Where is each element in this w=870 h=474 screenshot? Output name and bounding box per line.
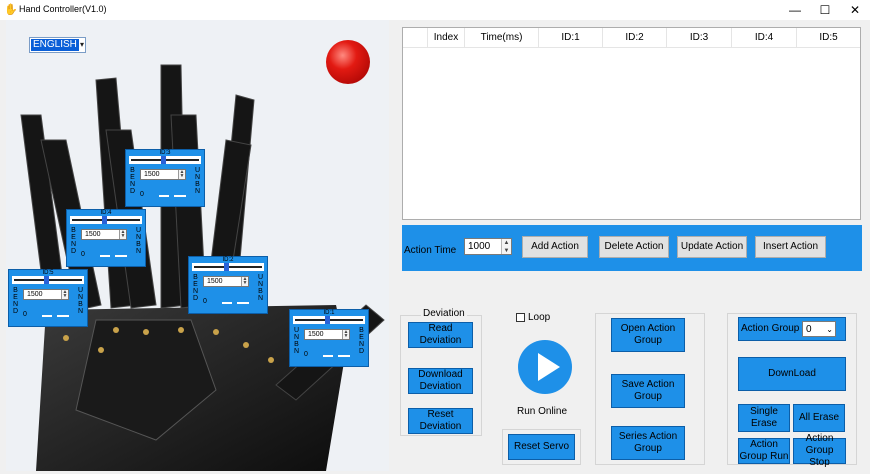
servo-min: 0 (203, 298, 207, 305)
all-erase-button[interactable]: All Erase (793, 404, 845, 432)
servo-slider[interactable] (70, 216, 142, 224)
servo-value-field[interactable]: 1500 ▲ ▼ (203, 276, 249, 287)
download-deviation-button[interactable]: Download Deviation (408, 368, 473, 394)
column-header[interactable]: ID:1 (539, 28, 603, 48)
action-group-stop-button[interactable]: Action Group Stop (793, 433, 846, 468)
slider-thumb[interactable] (224, 263, 229, 271)
column-header[interactable]: ID:3 (667, 28, 732, 48)
hand-icon: ✋ (4, 4, 18, 16)
single-erase-button[interactable]: Single Erase (738, 404, 790, 432)
spinner-icon[interactable]: ▲ ▼ (119, 230, 126, 239)
spinner-icon[interactable]: ▲ ▼ (241, 277, 248, 286)
slider-thumb[interactable] (44, 276, 49, 284)
bend-label: BEND (129, 167, 136, 195)
action-time-input[interactable]: 1000 ▲ ▼ (464, 238, 512, 255)
title-bar: ✋ Hand Controller(V1.0) — ☐ ✕ (0, 0, 870, 20)
close-icon[interactable]: ✕ (840, 0, 870, 20)
servo-panel-2: ID:2 BEND 1500 ▲ ▼ 0 UNBN (188, 256, 268, 314)
unbend-label: UNBN (194, 167, 201, 195)
run-online-button[interactable] (518, 340, 572, 394)
open-action-group-button[interactable]: Open Action Group (611, 318, 685, 352)
bend-label: BEND (12, 287, 19, 315)
action-group-label: Action Group (741, 323, 800, 334)
series-action-group-button[interactable]: Series Action Group (611, 426, 685, 460)
add-action-button[interactable]: Add Action (522, 236, 588, 258)
column-header[interactable]: ID:2 (603, 28, 667, 48)
minimize-icon[interactable]: — (780, 0, 810, 20)
chevron-down-icon: ⌄ (826, 325, 833, 334)
action-table[interactable]: Index Time(ms) ID:1 ID:2 ID:3 ID:4 ID:5 (402, 27, 861, 220)
download-button[interactable]: DownLoad (738, 357, 846, 391)
action-time-label: Action Time (404, 245, 457, 256)
column-header[interactable]: ID:5 (797, 28, 860, 48)
chevron-down-icon: ▾ (79, 40, 84, 49)
bend-label: BEND (70, 227, 77, 255)
run-online-label: Run Online (517, 406, 568, 417)
servo-panel-3: ID:3 BEND 1500 ▲ ▼ 0 UNBN (125, 149, 205, 207)
action-group-run-button[interactable]: Action Group Run (738, 438, 790, 464)
delete-action-button[interactable]: Delete Action (599, 236, 669, 258)
slider-thumb[interactable] (325, 316, 330, 324)
spinner-icon[interactable]: ▲ ▼ (342, 330, 349, 339)
maximize-icon[interactable]: ☐ (810, 0, 840, 20)
bend-label: BEND (358, 327, 365, 355)
deviation-caption: Deviation (421, 308, 467, 319)
window-title: Hand Controller(V1.0) (19, 4, 107, 14)
servo-slider[interactable] (293, 316, 365, 324)
loop-label: Loop (528, 312, 551, 323)
servo-value-field[interactable]: 1500 ▲ ▼ (23, 289, 69, 300)
read-deviation-button[interactable]: Read Deviation (408, 322, 473, 348)
status-light (326, 40, 370, 84)
servo-min: 0 (140, 191, 144, 198)
unbend-label: UNBN (293, 327, 300, 355)
servo-panel-1: ID:1 UNBN 1500 ▲ ▼ 0 BEND (289, 309, 369, 367)
unbend-label: UNBN (77, 287, 84, 315)
servo-min: 0 (81, 251, 85, 258)
robot-hand-image (20, 64, 385, 471)
column-header[interactable]: Index (428, 28, 465, 48)
servo-min: 0 (23, 311, 27, 318)
hand-viewer (6, 20, 389, 471)
spinner-icon[interactable]: ▲ ▼ (501, 239, 511, 254)
bend-label: BEND (192, 274, 199, 302)
action-group-select[interactable]: 0 ⌄ (802, 321, 836, 337)
servo-slider[interactable] (192, 263, 264, 271)
language-value: ENGLISH (31, 39, 79, 51)
servo-min: 0 (304, 351, 308, 358)
slider-thumb[interactable] (102, 216, 107, 224)
servo-panel-4: ID:4 BEND 1500 ▲ ▼ 0 UNBN (66, 209, 146, 267)
loop-checkbox[interactable] (516, 313, 525, 322)
language-select[interactable]: ENGLISH ▾ (29, 37, 86, 53)
servo-panel-5: ID:5 BEND 1500 ▲ ▼ 0 UNBN (8, 269, 88, 327)
servo-slider[interactable] (129, 156, 201, 164)
column-header[interactable]: Time(ms) (465, 28, 539, 48)
reset-servo-button[interactable]: Reset Servo (508, 434, 575, 460)
spinner-icon[interactable]: ▲ ▼ (61, 290, 68, 299)
update-action-button[interactable]: Update Action (677, 236, 747, 258)
row-header-cell (403, 28, 428, 48)
reset-deviation-button[interactable]: Reset Deviation (408, 408, 473, 434)
servo-value-field[interactable]: 1500 ▲ ▼ (304, 329, 350, 340)
unbend-label: UNBN (135, 227, 142, 255)
save-action-group-button[interactable]: Save Action Group (611, 374, 685, 408)
play-icon (538, 353, 560, 381)
unbend-label: UNBN (257, 274, 264, 302)
column-header[interactable]: ID:4 (732, 28, 797, 48)
insert-action-button[interactable]: Insert Action (755, 236, 826, 258)
servo-value-field[interactable]: 1500 ▲ ▼ (140, 169, 186, 180)
servo-slider[interactable] (12, 276, 84, 284)
spinner-icon[interactable]: ▲ ▼ (178, 170, 185, 179)
table-header: Index Time(ms) ID:1 ID:2 ID:3 ID:4 ID:5 (403, 28, 860, 48)
servo-value-field[interactable]: 1500 ▲ ▼ (81, 229, 127, 240)
slider-thumb[interactable] (161, 156, 166, 164)
